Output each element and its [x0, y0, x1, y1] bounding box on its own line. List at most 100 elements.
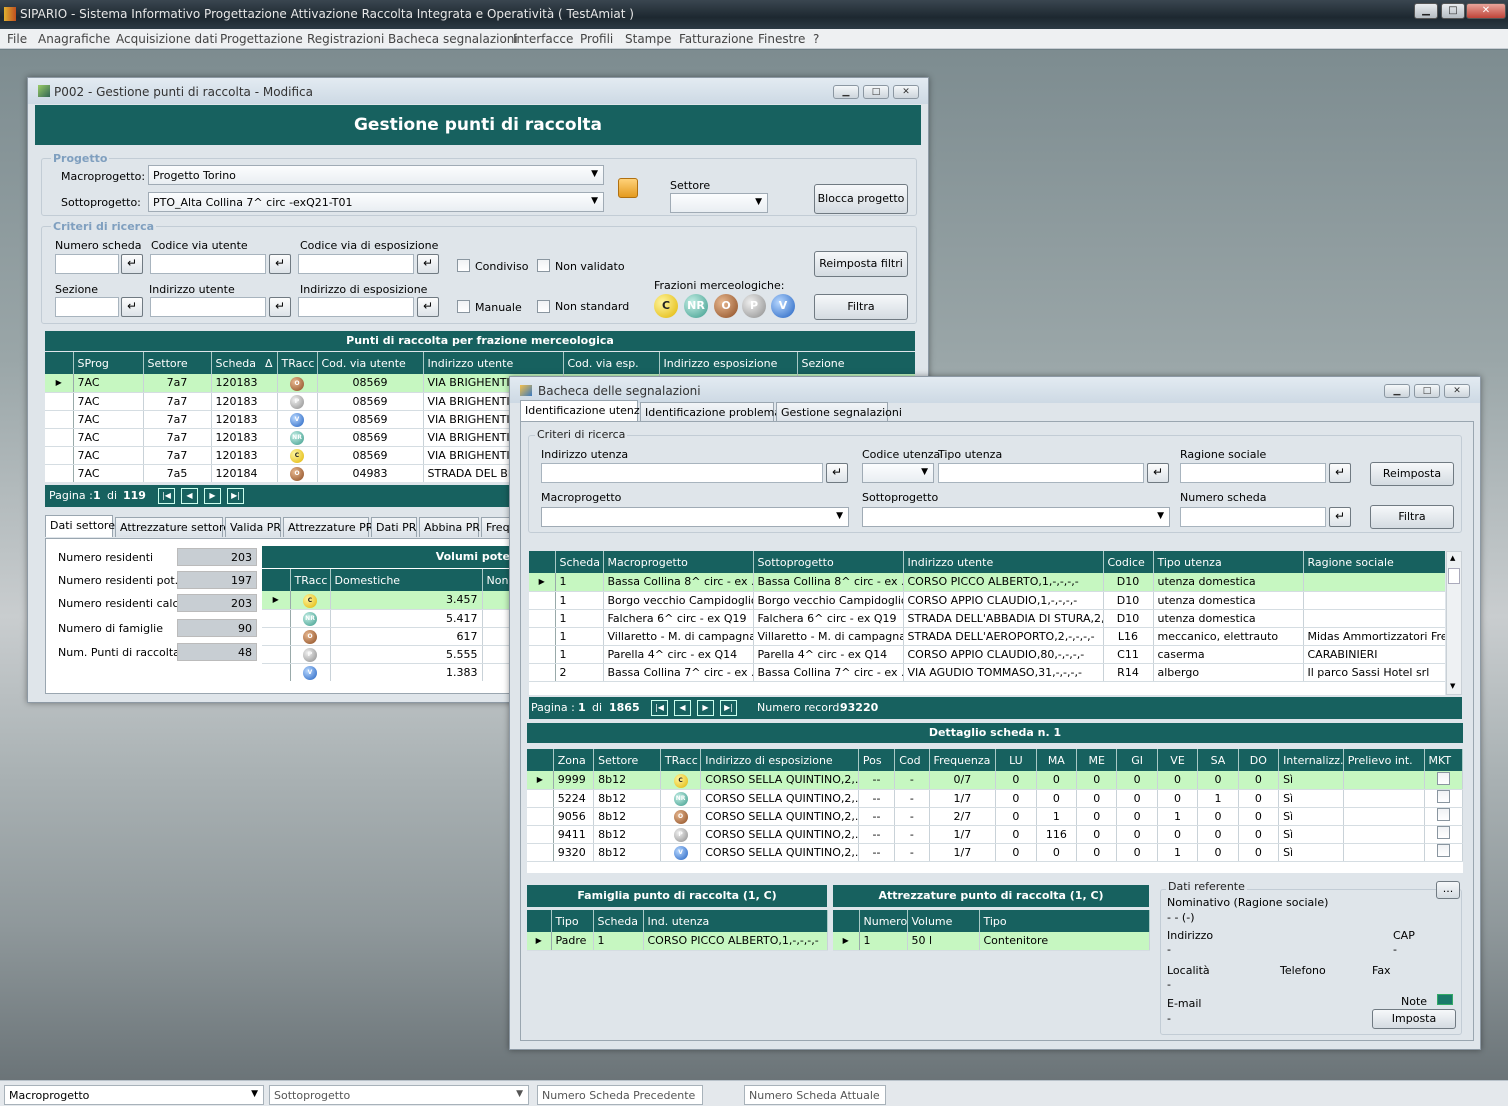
macroprogetto-select[interactable]: Progetto Torino ▼	[148, 165, 604, 185]
tipo-utenza-input[interactable]	[938, 463, 1144, 483]
col-sprog[interactable]: SProg	[73, 352, 144, 374]
numero-scheda-attuale-field[interactable]: Numero Scheda Attuale	[744, 1085, 886, 1105]
blocca-progetto-button[interactable]: Blocca progetto	[814, 184, 908, 214]
minimize-button[interactable]: ▁	[1414, 3, 1438, 19]
reimposta-button[interactable]: Reimposta	[1370, 462, 1454, 486]
menu-help[interactable]: ?	[813, 32, 819, 46]
enter-icon[interactable]: ↵	[1329, 463, 1351, 483]
frazione-p-icon[interactable]: P	[742, 294, 766, 318]
col-scheda[interactable]: Scheda	[555, 551, 604, 573]
col-internalizz[interactable]: Internalizz.	[1278, 749, 1344, 771]
non-validato-checkbox[interactable]	[537, 259, 550, 272]
bacheca-numero-scheda-input[interactable]	[1180, 507, 1326, 527]
tab-abbina-pr[interactable]: Abbina PR	[419, 517, 480, 537]
menu-progettazione[interactable]: Progettazione	[220, 32, 303, 46]
enter-icon[interactable]: ↵	[826, 463, 848, 483]
tab-attrezzature-settore[interactable]: Attrezzature settore	[115, 517, 230, 537]
scroll-thumb[interactable]	[1448, 568, 1460, 584]
menu-acquisizione-dati[interactable]: Acquisizione dati	[116, 32, 218, 46]
sezione-input[interactable]	[55, 297, 119, 317]
col-mkt[interactable]: MKT	[1424, 749, 1463, 771]
next-page-icon[interactable]: ▶	[697, 700, 714, 716]
col-domestiche[interactable]: Domestiche	[330, 569, 483, 591]
col-sa[interactable]: SA	[1197, 749, 1239, 771]
table-row[interactable]: 5224 8b12 NR CORSO SELLA QUINTINO,2,... -- -1…	[527, 789, 1463, 808]
table-row[interactable]: ▶ 9999 8b12 C CORSO SELLA QUINTINO,2,... -- -0…	[527, 771, 1463, 790]
table-row[interactable]: V 1.383	[262, 663, 524, 681]
table-row[interactable]: 9056 8b12 O CORSO SELLA QUINTINO,2,... -- -2/…	[527, 807, 1463, 826]
utenze-scrollbar[interactable]: ▲ ▼	[1446, 551, 1462, 695]
table-row[interactable]: O 617	[262, 627, 524, 646]
indirizzo-esp-input[interactable]	[298, 297, 414, 317]
col-tipo[interactable]: Tipo	[551, 910, 594, 932]
frazione-o-icon[interactable]: O	[714, 294, 738, 318]
enter-icon[interactable]: ↵	[121, 254, 143, 274]
col-tracc[interactable]: TRacc	[290, 569, 331, 591]
col-pos[interactable]: Pos	[858, 749, 896, 771]
tab-gestione-segnalazioni[interactable]: Gestione segnalazioni	[776, 402, 902, 422]
tab-attrezzature-pr[interactable]: Attrezzature PR	[283, 517, 373, 537]
menu-file[interactable]: File	[7, 32, 27, 46]
tab-dati-pr[interactable]: Dati PR	[371, 517, 417, 537]
last-page-icon[interactable]: ▶|	[227, 488, 244, 504]
col-numero[interactable]: Numero	[859, 910, 908, 932]
table-row[interactable]: 2 Bassa Collina 7^ circ - ex ... Bassa Col…	[529, 663, 1445, 682]
manuale-checkbox[interactable]	[457, 300, 470, 313]
scroll-down-icon[interactable]: ▼	[1450, 682, 1455, 690]
col-prelievo-int[interactable]: Prelievo int.	[1343, 749, 1425, 771]
settore-select[interactable]: ▼	[670, 193, 768, 213]
indirizzo-utenza-input[interactable]	[541, 463, 823, 483]
col-lu[interactable]: LU	[995, 749, 1037, 771]
tab-identificazione-utenza[interactable]: Identificazione utenza	[520, 400, 646, 422]
reimposta-filtri-button[interactable]: Reimposta filtri	[814, 251, 908, 277]
enter-icon[interactable]: ↵	[417, 297, 439, 317]
ragione-sociale-input[interactable]	[1180, 463, 1326, 483]
col-me[interactable]: ME	[1076, 749, 1118, 771]
non-standard-checkbox[interactable]	[537, 300, 550, 313]
codice-via-esp-input[interactable]	[298, 254, 414, 274]
col-frequenza[interactable]: Frequenza	[929, 749, 997, 771]
frazione-v-icon[interactable]: V	[771, 294, 795, 318]
col-indirizzo-utente[interactable]: Indirizzo utente	[423, 352, 564, 374]
menu-stampe[interactable]: Stampe	[625, 32, 671, 46]
table-row[interactable]: P 5.555	[262, 645, 524, 664]
filtra-button[interactable]: Filtra	[814, 294, 908, 320]
status-sottoprogetto-select[interactable]: Sottoprogetto ▼	[269, 1085, 529, 1105]
scroll-up-icon[interactable]: ▲	[1450, 554, 1455, 562]
note-icon[interactable]	[1437, 994, 1453, 1005]
table-row[interactable]: 1 Borgo vecchio Campidoglio... Borgo vecch…	[529, 591, 1445, 610]
codice-via-utente-input[interactable]	[150, 254, 266, 274]
p002-close-button[interactable]: ✕	[893, 85, 919, 99]
condiviso-checkbox[interactable]	[457, 259, 470, 272]
col-ind-utenza[interactable]: Ind. utenza	[643, 910, 828, 932]
tab-valida-pr[interactable]: Valida PR	[225, 517, 281, 537]
col-sottoprogetto[interactable]: Sottoprogetto	[753, 551, 904, 573]
prev-page-icon[interactable]: ◀	[181, 488, 198, 504]
col-scheda[interactable]: Scheda Δ	[211, 352, 278, 374]
col-indirizzo-esposizione[interactable]: Indirizzo esposizione	[659, 352, 798, 374]
menu-anagrafiche[interactable]: Anagrafiche	[38, 32, 110, 46]
numero-scheda-precedente-field[interactable]: Numero Scheda Precedente	[537, 1085, 703, 1105]
col-zona[interactable]: Zona	[553, 749, 595, 771]
table-row[interactable]: 1 Villaretto - M. di campagna... Villarett…	[529, 627, 1445, 646]
table-row[interactable]: 9411 8b12 P CORSO SELLA QUINTINO,2,... -- -1/…	[527, 825, 1463, 844]
referente-more-button[interactable]: ...	[1436, 881, 1460, 899]
indirizzo-utente-input[interactable]	[150, 297, 266, 317]
col-settore[interactable]: Settore	[593, 749, 661, 771]
lock-open-icon[interactable]	[618, 178, 638, 198]
maximize-button[interactable]: □	[1441, 3, 1465, 19]
col-sezione[interactable]: Sezione	[797, 352, 915, 374]
bacheca-sottoprogetto-select[interactable]: ▼	[862, 507, 1170, 527]
bacheca-filtra-button[interactable]: Filtra	[1370, 505, 1454, 529]
table-row[interactable]: ▶ Padre 1 CORSO PICCO ALBERTO,1,-,-,-,-	[527, 932, 828, 951]
bacheca-minimize-button[interactable]: ▁	[1384, 384, 1410, 398]
tab-identificazione-problema[interactable]: Identificazione problema	[640, 402, 781, 422]
col-gi[interactable]: GI	[1116, 749, 1158, 771]
col-cod-via-utente[interactable]: Cod. via utente	[317, 352, 424, 374]
prev-page-icon[interactable]: ◀	[674, 700, 691, 716]
enter-icon[interactable]: ↵	[417, 254, 439, 274]
table-row[interactable]: 1 Parella 4^ circ - ex Q14 Parella 4^ circ…	[529, 645, 1445, 664]
imposta-button[interactable]: Imposta	[1372, 1009, 1456, 1029]
enter-icon[interactable]: ↵	[269, 297, 291, 317]
menu-interfacce[interactable]: Interfacce	[513, 32, 573, 46]
